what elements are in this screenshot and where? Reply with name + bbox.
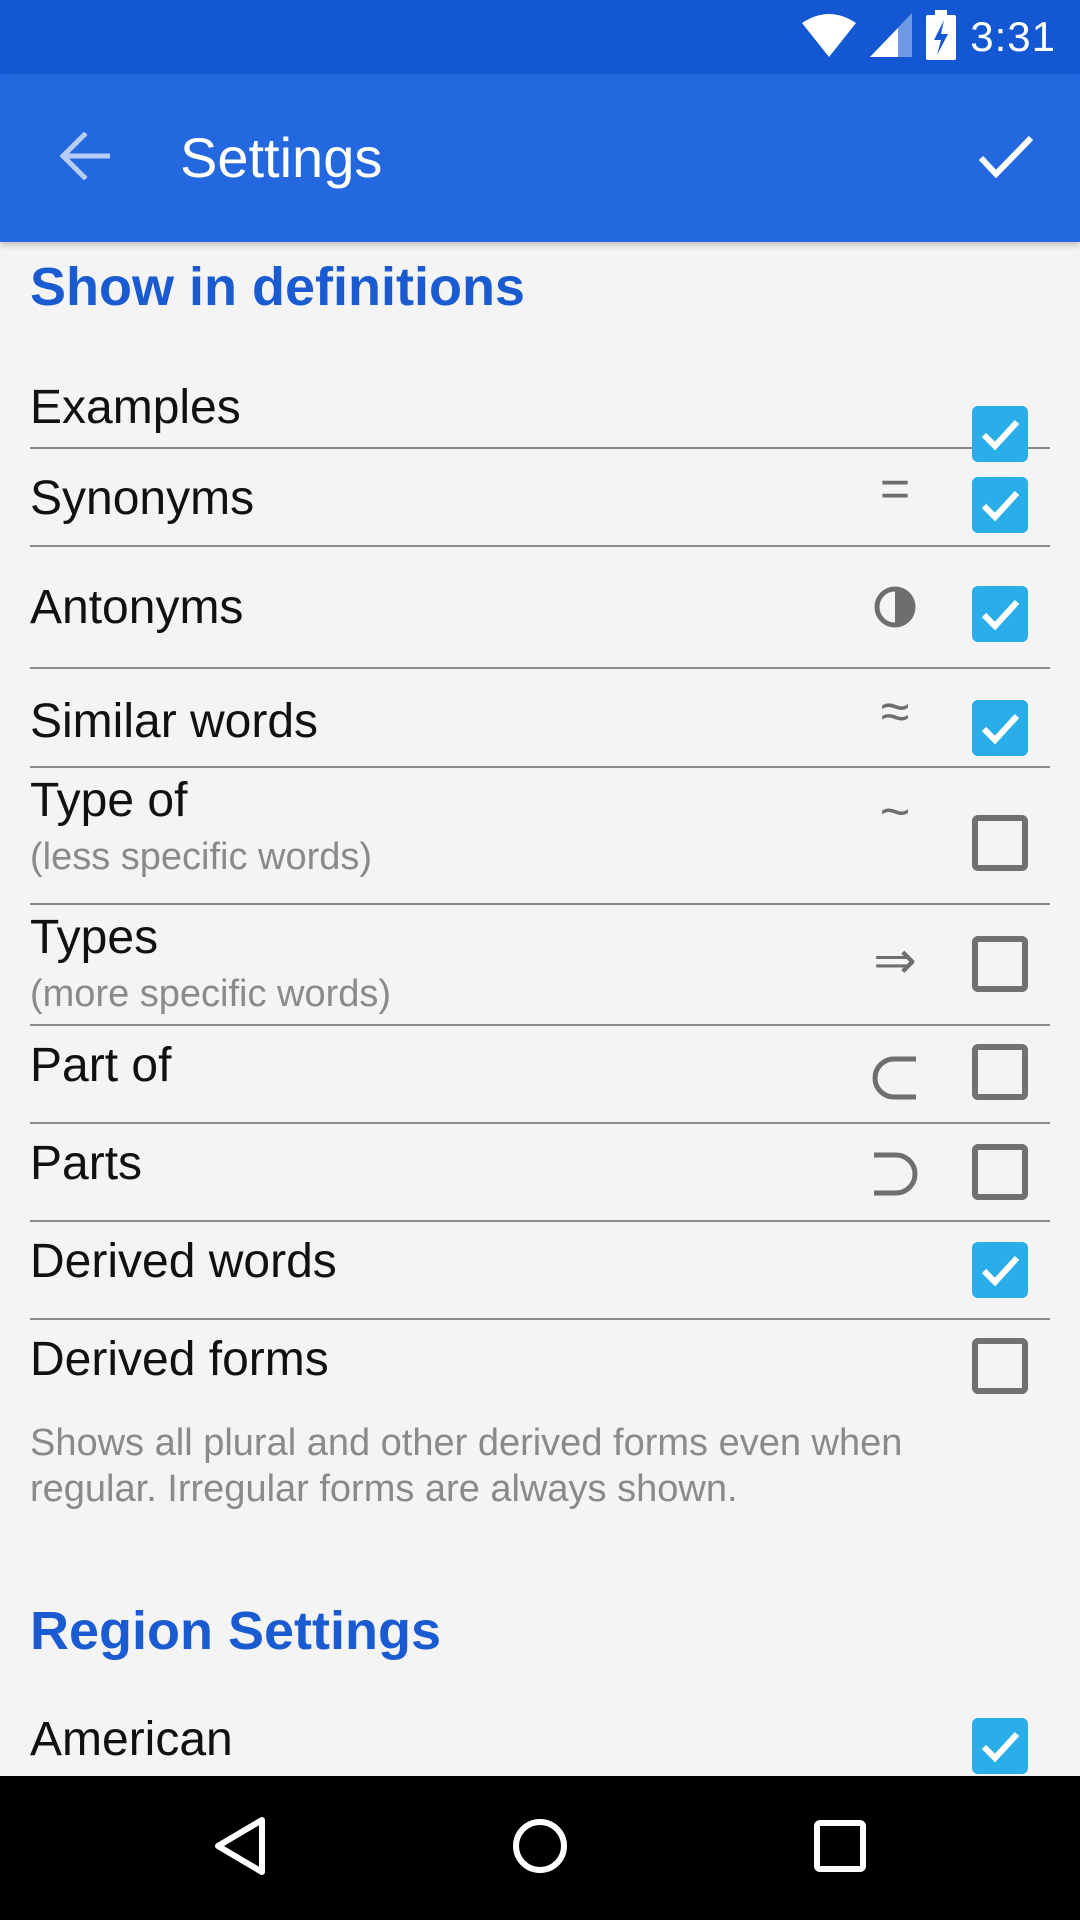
nav-back-button[interactable] xyxy=(180,1798,300,1898)
checkmark-icon xyxy=(981,713,1020,745)
checkbox-derived-forms[interactable] xyxy=(972,1338,1028,1394)
setting-row-similar-words[interactable]: Similar words ≈ xyxy=(30,669,1050,768)
setting-label: Derived forms xyxy=(30,1333,329,1386)
app-bar: Settings xyxy=(0,74,1080,242)
nav-recents-icon xyxy=(814,1819,866,1877)
status-bar: 3:31 xyxy=(0,0,1080,74)
done-button[interactable] xyxy=(962,118,1050,198)
nav-recents-button[interactable] xyxy=(780,1798,900,1898)
setting-label: Examples xyxy=(30,381,241,434)
checkbox-derived-words[interactable] xyxy=(972,1242,1028,1298)
setting-row-parts[interactable]: Parts xyxy=(30,1124,1050,1222)
setting-row-derived-words[interactable]: Derived words xyxy=(30,1222,1050,1320)
subset-icon xyxy=(860,1054,930,1114)
setting-row-types[interactable]: Types (more specific words) ⇒ xyxy=(30,905,1050,1026)
nav-home-icon xyxy=(512,1818,568,1879)
setting-label: Similar words xyxy=(30,695,319,748)
setting-label: Antonyms xyxy=(30,581,244,634)
check-icon xyxy=(978,134,1034,183)
setting-label: Type of xyxy=(30,774,188,827)
checkbox-similar-words[interactable] xyxy=(972,700,1028,756)
superset-icon xyxy=(860,1150,930,1210)
setting-label: Derived words xyxy=(30,1235,337,1288)
nav-home-button[interactable] xyxy=(480,1798,600,1898)
checkbox-synonyms[interactable] xyxy=(972,477,1028,533)
status-time: 3:31 xyxy=(970,13,1056,60)
setting-sublabel: (more specific words) xyxy=(30,973,392,1015)
equals-icon: = xyxy=(879,460,911,518)
setting-label: American xyxy=(30,1713,233,1766)
back-button[interactable] xyxy=(40,118,128,198)
checkbox-part-of[interactable] xyxy=(972,1044,1028,1100)
tilde-icon: ~ xyxy=(879,783,911,841)
setting-row-american[interactable]: American xyxy=(30,1712,1050,1776)
status-icons: 3:31 xyxy=(802,0,1056,74)
setting-row-antonyms[interactable]: Antonyms xyxy=(30,547,1050,669)
checkbox-types[interactable] xyxy=(972,936,1028,992)
section-header-region-settings: Region Settings xyxy=(30,1601,442,1661)
approx-icon: ≈ xyxy=(880,683,910,741)
setting-label: Synonyms xyxy=(30,472,255,525)
setting-sublabel: (less specific words) xyxy=(30,836,373,878)
checkbox-type-of[interactable] xyxy=(972,815,1028,871)
battery-charging-icon xyxy=(926,9,957,65)
setting-row-type-of[interactable]: Type of (less specific words) ~ xyxy=(30,768,1050,905)
checkmark-icon xyxy=(981,599,1020,631)
page-title: Settings xyxy=(180,126,383,189)
half-circle-icon xyxy=(860,582,930,642)
setting-row-part-of[interactable]: Part of xyxy=(30,1026,1050,1124)
double-arrow-right-icon: ⇒ xyxy=(873,932,917,990)
setting-label: Types xyxy=(30,911,159,964)
section-header-show-in-definitions: Show in definitions xyxy=(30,257,525,317)
navigation-bar xyxy=(0,1776,1080,1920)
cell-signal-icon xyxy=(870,12,913,62)
checkmark-icon xyxy=(981,1731,1020,1763)
setting-row-examples[interactable]: Examples xyxy=(30,372,1050,462)
checkbox-parts[interactable] xyxy=(972,1144,1028,1200)
arrow-left-icon xyxy=(58,130,111,185)
settings-list[interactable]: Show in definitions Examples Synonyms = Ant… xyxy=(0,242,1080,1776)
nav-back-icon xyxy=(212,1816,268,1881)
setting-label: Part of xyxy=(30,1039,172,1092)
setting-row-synonyms[interactable]: Synonyms = xyxy=(30,449,1050,547)
checkbox-american[interactable] xyxy=(972,1718,1028,1774)
checkbox-antonyms[interactable] xyxy=(972,586,1028,642)
setting-label: Parts xyxy=(30,1137,143,1190)
checkmark-icon xyxy=(981,1255,1020,1287)
checkmark-icon xyxy=(981,490,1020,522)
derived-forms-helper-text: Shows all plural and other derived forms… xyxy=(30,1422,903,1510)
wifi-icon xyxy=(802,13,857,62)
setting-row-derived-forms[interactable]: Derived forms xyxy=(30,1320,1050,1420)
